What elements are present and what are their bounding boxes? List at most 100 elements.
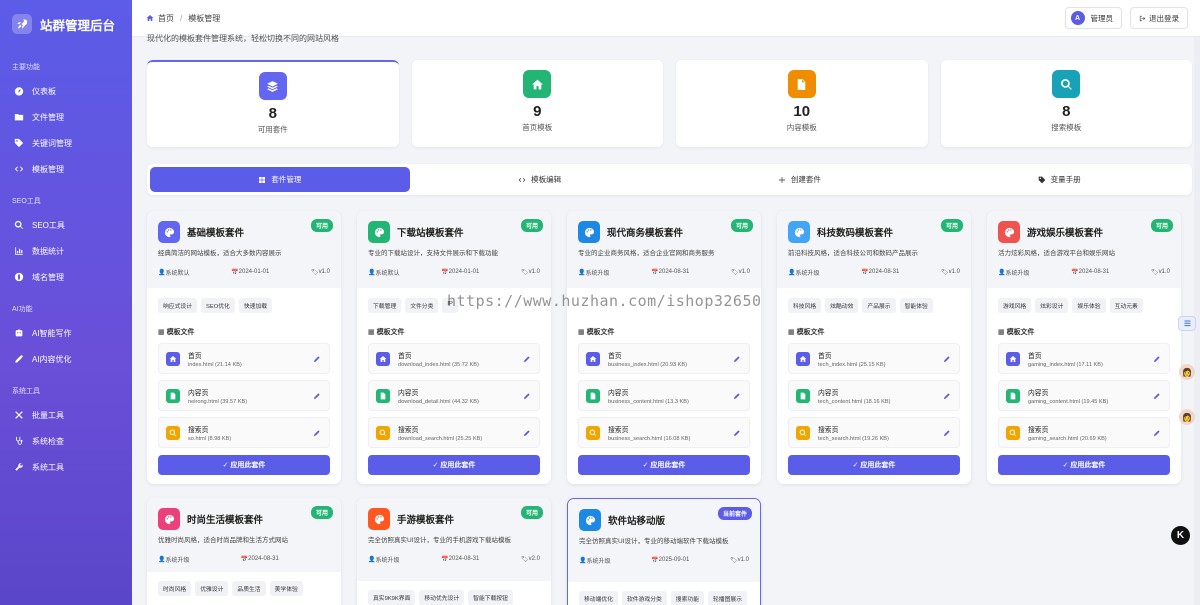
brand[interactable]: 站群管理后台 [0,0,132,48]
sidebar: 站群管理后台 主要功能 仪表板 文件管理 关键词管理 模板管理 SEO工具 SE… [0,0,132,605]
edit-icon[interactable] [313,429,321,437]
file-row-content[interactable]: 内容页 download_detail.html (44.32 KB) [368,380,540,411]
edit-icon[interactable] [1153,355,1161,363]
file-row-home[interactable]: 首页 index.html (21.14 KB) [158,343,330,374]
sidebar-item-templates[interactable]: 模板管理 [0,156,132,182]
file-row-home[interactable]: 首页 download_index.html (35.72 KB) [368,343,540,374]
file-row-content[interactable]: 内容页 tech_content.html (18.16 KB) [788,380,960,411]
edit-icon[interactable] [943,355,951,363]
breadcrumb-home[interactable]: 首页 [158,13,174,24]
sidebar-item-domains[interactable]: 域名管理 [0,264,132,290]
tab-create-kit[interactable]: 创建套件 [670,167,930,192]
file-row-search[interactable]: 搜索页 so.html (8.98 KB) [158,417,330,448]
file-row-search[interactable]: 搜索页 business_search.html (16.08 KB) [578,417,750,448]
kit-card-current: 软件站移动版 当前套件 完全仿照真实UI设计，专业的移动端软件下载站模板 👤 系… [567,498,761,605]
file-row-content[interactable]: 内容页 gaming_content.html (19.45 KB) [998,380,1170,411]
sidebar-item-seo-tools[interactable]: SEO工具 [0,212,132,238]
edit-icon[interactable] [1153,429,1161,437]
stat-label: 内容模板 [786,123,817,132]
apply-kit-button[interactable]: ✓ 应用此套件 [998,455,1170,475]
feature-tag: 炫酷动效 [825,298,859,313]
tab-label: 创建套件 [790,175,821,184]
tab-label: 模板编辑 [531,175,562,184]
file-path: tech_content.html (18.16 KB) [818,398,891,405]
sidebar-item-dashboard[interactable]: 仪表板 [0,78,132,104]
sidebar-item-system-check[interactable]: 系统检查 [0,428,132,454]
file-name: 内容页 [1028,389,1049,397]
tab-variable-manual[interactable]: 变量手册 [929,167,1189,192]
feature-tag: 科技风格 [788,298,822,313]
tab-bar: 套件管理 模板编辑 创建套件 变量手册 [147,164,1192,195]
k-logo-button[interactable]: K [1171,526,1190,545]
robot-icon [15,328,23,337]
sidebar-item-ai-optimize[interactable]: AI内容优化 [0,346,132,372]
status-badge: 可用 [520,506,543,519]
edit-icon[interactable] [523,355,531,363]
edit-icon[interactable] [733,429,741,437]
file-row-content[interactable]: 内容页 business_content.html (13.3 KB) [578,380,750,411]
apply-kit-button[interactable]: ✓ 应用此套件 [578,455,750,475]
feature-tag: SEO优化 [201,298,235,313]
kit-author: 👤 系统默认 [368,269,400,277]
file-row-home[interactable]: 首页 business_index.html (20.93 KB) [578,343,750,374]
sidebar-item-files[interactable]: 文件管理 [0,104,132,130]
sidebar-item-system-tools[interactable]: 系统工具 [0,454,132,480]
avatar-float-1[interactable]: 👩 [1179,364,1195,380]
document-icon [376,388,390,403]
avatar-float-2[interactable]: 👩 [1179,409,1195,425]
edit-icon[interactable] [523,429,531,437]
file-path: so.html (8.98 KB) [188,435,232,442]
stat-value: 10 [793,103,811,120]
file-row-home[interactable]: 首页 gaming_index.html (17.11 KB) [998,343,1170,374]
kit-author: 👤 系统升级 [578,269,610,277]
edit-icon[interactable] [943,429,951,437]
logout-button[interactable]: 退出登录 [1130,7,1188,29]
status-badge: 可用 [940,219,963,232]
kit-author: 👤 系统升级 [788,269,820,277]
file-row-home[interactable]: 首页 tech_index.html (25.15 KB) [788,343,960,374]
sidebar-item-keywords[interactable]: 关键词管理 [0,130,132,156]
floating-panel-button[interactable] [1178,316,1196,331]
stats-row: 8 可用套件 9 首页模板 10 内容模板 8 搜索模板 [147,60,1192,147]
check-icon: ✓ [1062,462,1071,469]
kit-date: 📅 2024-08-31 [441,556,480,563]
home-icon [166,351,180,366]
kit-author: 👤 系统升级 [998,269,1030,277]
edit-icon[interactable] [523,392,531,400]
user-menu-button[interactable]: A 管理员 [1064,7,1122,29]
kit-version: 🏷 v1.0 [730,557,749,564]
file-row-search[interactable]: 搜索页 tech_search.html (19.26 KB) [788,417,960,448]
sidebar-item-batch-tools[interactable]: 批量工具 [0,402,132,428]
apply-kit-button[interactable]: ✓ 应用此套件 [368,455,540,475]
files-title: ▦ 模板文件 [158,329,195,336]
kit-card: 科技数码模板套件 可用 前沿科技风格，适合科技公司和数码产品展示 👤 系统升级 … [777,211,971,484]
feature-tag: 美学体验 [269,581,303,596]
tab-kit-management[interactable]: 套件管理 [150,167,410,192]
file-row-content[interactable]: 内容页 neirong.html (39.57 KB) [158,380,330,411]
kit-title: 科技数码模板套件 [817,228,894,239]
edit-icon[interactable] [313,392,321,400]
sidebar-item-label: SEO工具 [32,220,65,230]
edit-icon[interactable] [733,355,741,363]
sidebar-item-ai-writing[interactable]: AI智能写作 [0,320,132,346]
edit-icon[interactable] [313,355,321,363]
kit-title: 下载站模板套件 [397,228,464,239]
kit-date: 📅 2024-08-31 [240,556,279,563]
apply-kit-button[interactable]: ✓ 应用此套件 [788,455,960,475]
edit-icon[interactable] [1153,392,1161,400]
check-icon: ✓ [432,462,441,469]
edit-icon[interactable] [943,392,951,400]
feature-tag: 游戏风格 [998,298,1032,313]
edit-icon[interactable] [733,392,741,400]
search-icon [166,425,180,440]
tab-template-edit[interactable]: 模板编辑 [410,167,670,192]
file-row-search[interactable]: 搜索页 download_search.html (25.25 KB) [368,417,540,448]
sidebar-item-stats[interactable]: 数据统计 [0,238,132,264]
feature-tag: 娱乐体验 [1072,298,1106,313]
nav-section-ai: AI功能 [12,306,33,313]
file-path: download_search.html (25.25 KB) [398,435,483,442]
file-row-search[interactable]: 搜索页 gaming_search.html (20.69 KB) [998,417,1170,448]
apply-kit-button[interactable]: ✓ 应用此套件 [158,455,330,475]
check-icon: ✓ [852,462,861,469]
sidebar-item-label: AI内容优化 [32,354,72,364]
